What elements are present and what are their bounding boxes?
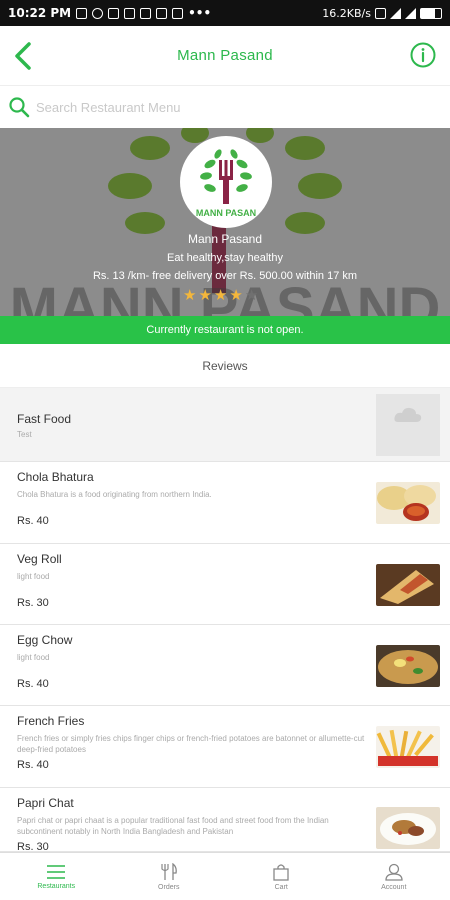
app-bar: Mann Pasand xyxy=(0,26,450,86)
restaurant-logo: MANN PASAN xyxy=(180,136,272,228)
reviews-tab[interactable]: Reviews xyxy=(0,344,450,388)
fork-knife-icon xyxy=(161,862,177,880)
bottom-navigation: Restaurants Orders Cart Account xyxy=(0,852,450,900)
search-icon xyxy=(9,97,30,118)
restaurant-logo-text: MANN PASAN xyxy=(195,208,257,218)
delivery-info: Rs. 13 /km- free delivery over Rs. 500.0… xyxy=(92,270,358,282)
item-price: Rs. 30 xyxy=(17,597,49,609)
gallery-icon xyxy=(124,7,136,19)
notification-icon xyxy=(156,7,168,19)
item-name: Egg Chow xyxy=(17,633,73,647)
network-speed: 16.2KB/s xyxy=(322,6,371,20)
signal-icon xyxy=(405,7,416,19)
youtube-icon xyxy=(172,7,184,19)
item-price: Rs. 40 xyxy=(17,759,49,771)
menu-item-egg-chow[interactable]: Egg Chow light food Rs. 40 xyxy=(0,625,450,706)
nav-account[interactable]: Account xyxy=(338,853,450,900)
status-time: 10:22 PM xyxy=(8,6,72,20)
page-title: Mann Pasand xyxy=(177,47,273,64)
cloud-icon xyxy=(394,407,422,422)
item-desc: Papri chat or papri chaat is a popular t… xyxy=(17,816,329,836)
item-name: Chola Bhatura xyxy=(17,470,94,484)
item-image xyxy=(376,807,440,849)
item-name: French Fries xyxy=(17,714,85,728)
restaurant-hero: MANN PASAND MANN PASAN Mann Pasand Eat h xyxy=(0,128,450,316)
info-button[interactable] xyxy=(410,42,436,68)
nav-label: Orders xyxy=(158,883,180,891)
search-bar xyxy=(0,86,450,128)
search-input[interactable] xyxy=(36,99,416,115)
menu-item-chola-bhatura[interactable]: Chola Bhatura Chola Bhatura is a food or… xyxy=(0,462,450,544)
more-notifications-icon: ••• xyxy=(188,6,212,20)
nav-label: Restaurants xyxy=(37,882,76,890)
category-desc: Test xyxy=(17,430,32,439)
shopping-bag-icon xyxy=(273,863,289,881)
status-bar: 10:22 PM ••• 16.2KB/s xyxy=(0,0,450,26)
item-desc: Chola Bhatura is a food originating from… xyxy=(17,490,212,499)
list-icon xyxy=(47,864,66,879)
item-name: Papri Chat xyxy=(17,796,74,810)
item-name: Veg Roll xyxy=(17,552,62,566)
whatsapp-icon xyxy=(92,7,104,19)
item-image xyxy=(376,645,440,687)
info-icon xyxy=(410,42,436,68)
rating-stars: ★ ★ ★ ★ ★ xyxy=(183,286,258,304)
item-price: Rs. 40 xyxy=(17,515,49,527)
menu-item-papri-chat[interactable]: Papri Chat Papri chat or papri chaat is … xyxy=(0,788,450,853)
item-image xyxy=(376,726,440,768)
nav-restaurants[interactable]: Restaurants xyxy=(0,853,113,900)
notification-icon xyxy=(108,7,120,19)
menu-item-french-fries[interactable]: French Fries French fries or simply frie… xyxy=(0,706,450,788)
item-image xyxy=(376,564,440,606)
category-row[interactable]: Fast Food Test xyxy=(0,388,450,462)
item-desc: light food xyxy=(17,653,50,662)
item-image xyxy=(376,482,440,524)
back-button[interactable] xyxy=(8,38,38,74)
data-icon xyxy=(375,7,386,19)
signal-icon xyxy=(390,7,401,19)
star-icon: ★ xyxy=(183,286,197,304)
star-icon: ★ xyxy=(244,286,259,304)
chevron-left-icon xyxy=(15,42,31,70)
battery-icon xyxy=(420,7,442,19)
restaurant-tagline: Eat healthy,stay healthy xyxy=(167,252,283,264)
app-screen: 10:22 PM ••• 16.2KB/s Mann Pasand Search… xyxy=(0,0,450,900)
category-name: Fast Food xyxy=(17,412,72,426)
category-image-placeholder xyxy=(376,394,440,456)
star-icon: ★ xyxy=(198,286,212,304)
person-icon xyxy=(385,863,403,881)
nav-orders[interactable]: Orders xyxy=(113,853,226,900)
star-icon: ★ xyxy=(229,286,243,304)
notification-icon xyxy=(76,7,88,19)
item-desc: French fries or simply fries chips finge… xyxy=(17,734,365,754)
restaurant-name: Mann Pasand xyxy=(187,232,263,246)
notification-icon xyxy=(140,7,152,19)
star-icon: ★ xyxy=(213,286,228,304)
nav-label: Account xyxy=(381,883,407,891)
menu-item-veg-roll[interactable]: Veg Roll light food Rs. 30 xyxy=(0,544,450,625)
nav-label: Cart xyxy=(274,883,288,891)
item-price: Rs. 40 xyxy=(17,678,49,690)
nav-cart[interactable]: Cart xyxy=(225,853,338,900)
item-desc: light food xyxy=(17,572,50,581)
closed-banner: Currently restaurant is not open. xyxy=(0,316,450,344)
